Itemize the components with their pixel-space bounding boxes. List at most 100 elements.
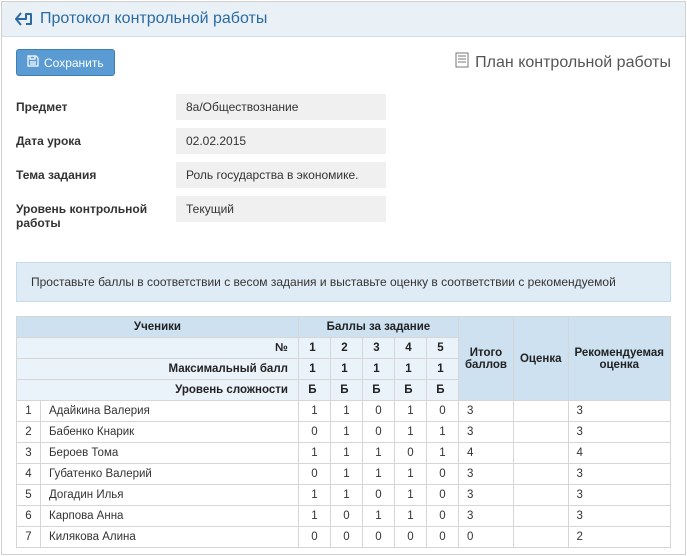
total-cell: 3 — [458, 422, 513, 443]
score-cell[interactable]: 0 — [426, 485, 458, 506]
student-name: Бероев Тома — [41, 443, 299, 464]
total-cell: 3 — [458, 506, 513, 527]
grade-cell[interactable] — [513, 506, 568, 527]
table-row: 4Губатенко Валерий0111033 — [17, 464, 671, 485]
student-name: Килякова Алина — [41, 527, 299, 548]
score-cell[interactable]: 0 — [330, 506, 362, 527]
grade-cell[interactable] — [513, 443, 568, 464]
form-row-subject: Предмет 8а/Обществознание — [16, 94, 671, 120]
level-label: Уровень контрольной работы — [16, 196, 176, 230]
score-cell[interactable]: 0 — [394, 527, 426, 548]
subhead-cell: 1 — [394, 359, 426, 380]
student-name: Губатенко Валерий — [41, 464, 299, 485]
subhead-cell: 1 — [362, 359, 394, 380]
score-cell[interactable]: 1 — [394, 401, 426, 422]
score-cell[interactable]: 0 — [426, 401, 458, 422]
th-students: Ученики — [17, 317, 299, 338]
save-icon — [27, 55, 39, 70]
score-cell[interactable]: 1 — [298, 506, 330, 527]
score-cell[interactable]: 0 — [362, 485, 394, 506]
subhead-label: № — [17, 338, 299, 359]
score-cell[interactable]: 1 — [298, 443, 330, 464]
score-cell[interactable]: 1 — [426, 422, 458, 443]
score-cell[interactable]: 1 — [394, 422, 426, 443]
score-cell[interactable]: 1 — [362, 506, 394, 527]
grade-cell[interactable] — [513, 422, 568, 443]
score-cell[interactable]: 0 — [298, 464, 330, 485]
grade-cell[interactable] — [513, 527, 568, 548]
info-banner: Проставьте баллы в соответствии с весом … — [16, 262, 671, 302]
th-grade: Оценка — [513, 317, 568, 401]
score-cell[interactable]: 1 — [298, 485, 330, 506]
date-value: 02.02.2015 — [176, 128, 386, 154]
score-cell[interactable]: 0 — [298, 422, 330, 443]
recommended-cell: 2 — [568, 527, 671, 548]
th-total: Итого баллов — [458, 317, 513, 401]
plan-link[interactable]: План контрольной работы — [455, 52, 671, 73]
grade-cell[interactable] — [513, 401, 568, 422]
subject-label: Предмет — [16, 94, 176, 114]
subhead-cell: 5 — [426, 338, 458, 359]
score-cell[interactable]: 1 — [362, 443, 394, 464]
total-cell: 4 — [458, 443, 513, 464]
table-row: 6Карпова Анна1011033 — [17, 506, 671, 527]
recommended-cell: 3 — [568, 401, 671, 422]
student-name: Догадин Илья — [41, 485, 299, 506]
score-cell[interactable]: 1 — [362, 464, 394, 485]
form-row-topic: Тема задания Роль государства в экономик… — [16, 162, 671, 188]
row-index: 5 — [17, 485, 41, 506]
row-index: 2 — [17, 422, 41, 443]
student-name: Карпова Анна — [41, 506, 299, 527]
score-cell[interactable]: 0 — [298, 527, 330, 548]
save-button-label: Сохранить — [44, 56, 104, 70]
subhead-cell: 1 — [298, 359, 330, 380]
save-button[interactable]: Сохранить — [16, 49, 115, 76]
subhead-cell: Б — [298, 380, 330, 401]
score-cell[interactable]: 0 — [426, 506, 458, 527]
back-icon[interactable] — [14, 11, 32, 27]
score-cell[interactable]: 1 — [330, 464, 362, 485]
subhead-cell: Б — [426, 380, 458, 401]
score-cell[interactable]: 0 — [362, 422, 394, 443]
subhead-label: Максимальный балл — [17, 359, 299, 380]
recommended-cell: 3 — [568, 464, 671, 485]
date-label: Дата урока — [16, 128, 176, 148]
score-cell[interactable]: 0 — [394, 443, 426, 464]
grade-cell[interactable] — [513, 464, 568, 485]
table-body: 1Адайкина Валерия11010332Бабенко Кнарик0… — [17, 401, 671, 548]
total-cell: 3 — [458, 401, 513, 422]
recommended-cell: 4 — [568, 443, 671, 464]
score-cell[interactable]: 1 — [330, 422, 362, 443]
row-index: 4 — [17, 464, 41, 485]
score-cell[interactable]: 1 — [394, 464, 426, 485]
total-cell: 0 — [458, 527, 513, 548]
table-row: 2Бабенко Кнарик0101133 — [17, 422, 671, 443]
form-row-level: Уровень контрольной работы Текущий — [16, 196, 671, 230]
score-cell[interactable]: 1 — [426, 443, 458, 464]
table-row: 3Бероев Тома1110144 — [17, 443, 671, 464]
score-cell[interactable]: 1 — [298, 401, 330, 422]
score-cell[interactable]: 0 — [362, 401, 394, 422]
grade-cell[interactable] — [513, 485, 568, 506]
subhead-cell: Б — [330, 380, 362, 401]
score-cell[interactable]: 1 — [394, 506, 426, 527]
subhead-cell: Б — [362, 380, 394, 401]
page-title: Протокол контрольной работы — [40, 10, 267, 28]
score-cell[interactable]: 1 — [394, 485, 426, 506]
score-cell[interactable]: 1 — [330, 443, 362, 464]
score-cell[interactable]: 1 — [330, 401, 362, 422]
row-index: 6 — [17, 506, 41, 527]
score-cell[interactable]: 0 — [330, 527, 362, 548]
subhead-label: Уровень сложности — [17, 380, 299, 401]
score-cell[interactable]: 0 — [426, 464, 458, 485]
score-cell[interactable]: 1 — [330, 485, 362, 506]
subhead-cell: 1 — [426, 359, 458, 380]
recommended-cell: 3 — [568, 422, 671, 443]
level-value: Текущий — [176, 196, 386, 222]
student-name: Адайкина Валерия — [41, 401, 299, 422]
score-cell[interactable]: 0 — [362, 527, 394, 548]
row-index: 1 — [17, 401, 41, 422]
table-row: 5Догадин Илья1101033 — [17, 485, 671, 506]
score-cell[interactable]: 0 — [426, 527, 458, 548]
results-table: Ученики Баллы за задание Итого баллов Оц… — [16, 316, 671, 548]
